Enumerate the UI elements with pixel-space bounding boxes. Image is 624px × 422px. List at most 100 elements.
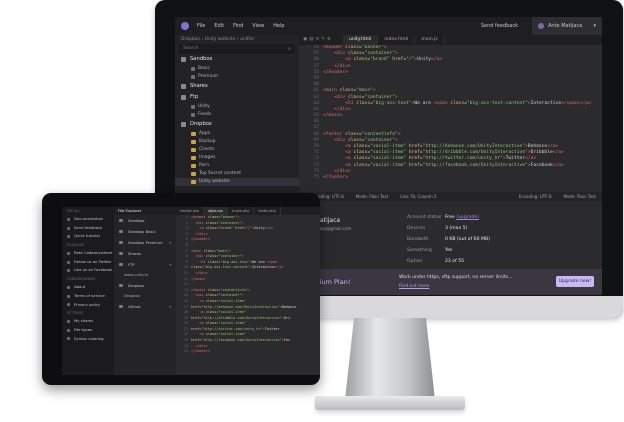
tablet-file-explorer: File Explorer Sandbox Sandbox Basic Sand… bbox=[114, 207, 176, 375]
line-text: href="http://behance.com/UnityInteractiv… bbox=[191, 304, 297, 309]
file-item-dropbox-account[interactable]: Dropbox bbox=[114, 291, 176, 301]
group-label: Dropbox bbox=[190, 121, 212, 127]
editor-toolbar-icons[interactable]: ▣▤⟲✎⚙ bbox=[299, 35, 343, 45]
line-text: <h1 class="big-ass-text">We are <span cl… bbox=[345, 100, 592, 106]
sidebar-item-apps[interactable]: Apps bbox=[175, 130, 299, 138]
file-item-sandbox-basic[interactable]: Sandbox Basic bbox=[114, 226, 176, 237]
status-bar: Encoding: UTF-8 Mode: Plain Text Line 78… bbox=[299, 192, 602, 201]
code-editor[interactable]: 54 <header class="banner"> 55 <div class="… bbox=[299, 45, 602, 209]
line-text: </footer> bbox=[323, 174, 348, 180]
file-item-unity-hr[interactable]: www.unity.hr bbox=[114, 270, 176, 280]
file-item-dropbox[interactable]: Dropbox bbox=[114, 280, 176, 291]
file-item-sandbox[interactable]: Sandbox bbox=[114, 215, 176, 226]
user-menu[interactable]: Ante Matijaca ▾ bbox=[532, 17, 602, 35]
row-key: Something bbox=[407, 248, 432, 253]
tab-index-html[interactable]: index.html bbox=[378, 35, 416, 45]
line-text: </div> bbox=[195, 270, 208, 275]
nav-item-documentation[interactable]: Documentation bbox=[62, 215, 114, 224]
sidebar-item-clients[interactable]: Clients bbox=[175, 146, 299, 154]
play-icon bbox=[67, 235, 70, 239]
file-item-github[interactable]: Github + bbox=[114, 301, 176, 312]
premium-banner: Premium Plan! Work under https, sftp sup… bbox=[299, 269, 602, 295]
account-row: Bandwith 0 KB (out of 60 MB) bbox=[407, 237, 490, 248]
sidebar-item-unity-website[interactable]: Unity website bbox=[175, 178, 299, 186]
plus-icon[interactable]: + bbox=[169, 259, 172, 270]
upgrade-now-button[interactable]: Upgrade now! bbox=[556, 276, 594, 287]
file-item-shares[interactable]: Shares bbox=[114, 248, 176, 259]
menu-edit[interactable]: Edit bbox=[214, 23, 224, 29]
sidebar-item-premium[interactable]: Premium bbox=[175, 73, 299, 81]
sidebar-item-feeds[interactable]: Feeds bbox=[175, 111, 299, 119]
tab-unity-html[interactable]: unity.html bbox=[343, 35, 379, 45]
plus-icon[interactable]: + bbox=[169, 301, 172, 312]
file-label: Sandbox Premium bbox=[128, 240, 163, 245]
nav-label: About bbox=[74, 284, 86, 290]
sidebar-item-porn[interactable]: Porn bbox=[175, 162, 299, 170]
line-text: <footer class="contentinfo"> bbox=[191, 287, 251, 292]
line-text: </footer> bbox=[191, 349, 210, 354]
nav-item-my-shares[interactable]: My shares bbox=[62, 317, 114, 326]
line-text: </div> bbox=[195, 231, 208, 236]
menu-view[interactable]: View bbox=[252, 23, 264, 29]
sidebar-group-dropbox[interactable]: Dropbox bbox=[175, 119, 299, 130]
server-icon bbox=[119, 230, 123, 233]
file-label: Github bbox=[128, 304, 141, 309]
upgrade-link[interactable]: (upgrade) bbox=[456, 215, 479, 220]
sidebar-item-unity[interactable]: Unity bbox=[175, 103, 299, 111]
menu-bar: File Edit Find View Help Send feedback A… bbox=[175, 17, 602, 35]
sidebar-group-sandbox[interactable]: Sandbox bbox=[175, 54, 299, 65]
tab-main-js[interactable]: main.js bbox=[415, 35, 445, 45]
nav-item-twitter[interactable]: Follow us on Twitter bbox=[62, 258, 114, 267]
nav-item-rate[interactable]: Rate Codeanywhere bbox=[62, 249, 114, 258]
sidebar-group-shares[interactable]: Shares bbox=[175, 81, 299, 92]
nav-item-file-types[interactable]: File types bbox=[62, 326, 114, 335]
nav-label: Syntax coloring bbox=[74, 335, 104, 341]
folder-icon bbox=[191, 140, 196, 144]
tablet-code-editor[interactable]: 1 <header class="banner"> 2 <div class="co… bbox=[176, 215, 320, 375]
nav-item-send-feedback[interactable]: Send feedback bbox=[62, 224, 114, 233]
chevron-down-icon: ▾ bbox=[593, 23, 596, 29]
sidebar-item-backup[interactable]: Backup bbox=[175, 138, 299, 146]
menu-file[interactable]: File bbox=[197, 23, 205, 29]
nav-section-title: SOCIALIZE bbox=[67, 243, 85, 248]
file-item-ftp[interactable]: FTP + bbox=[114, 259, 176, 270]
line-text: <a class="social-item" bbox=[199, 332, 246, 337]
status-encoding-right: Encoding: UTF-8 bbox=[518, 194, 552, 199]
sidebar-group-ftp[interactable]: Ftp bbox=[175, 92, 299, 103]
nav-item-privacy[interactable]: Privacy policy bbox=[62, 301, 114, 310]
code-line[interactable]: 75 </footer> bbox=[299, 175, 602, 181]
line-text: <header class="banner"> bbox=[191, 215, 240, 219]
nav-item-about[interactable]: About bbox=[62, 283, 114, 292]
item-label: Premium bbox=[198, 74, 219, 79]
file-label: Shares bbox=[128, 251, 141, 256]
tab-single-php[interactable]: single.php bbox=[228, 207, 255, 215]
share-icon bbox=[67, 320, 70, 324]
nav-label: Follow us on Twitter bbox=[74, 258, 112, 264]
folder-icon bbox=[191, 132, 196, 136]
breadcrumb[interactable]: Dropbox › Unity website › unifier bbox=[175, 35, 299, 44]
sidebar-item-images[interactable]: Images bbox=[175, 154, 299, 162]
line-text: <div class="container"> bbox=[195, 293, 244, 298]
nav-item-terms[interactable]: Terms of service bbox=[62, 292, 114, 301]
plus-icon[interactable]: + bbox=[169, 237, 172, 248]
sidebar-item-basic[interactable]: Basic bbox=[175, 65, 299, 73]
editor-tabs: ▣▤⟲✎⚙ unity.html index.html main.js bbox=[299, 35, 602, 45]
menu-find[interactable]: Find bbox=[233, 23, 243, 29]
cloud-icon bbox=[181, 57, 186, 62]
status-cursor: Line 78, Column 5 bbox=[400, 194, 437, 199]
find-out-more-link[interactable]: Find out more bbox=[399, 284, 429, 289]
nav-item-syntax-coloring[interactable]: Syntax coloring bbox=[62, 335, 114, 344]
nav-item-quick-tutorial[interactable]: Quick tutorial bbox=[62, 232, 114, 241]
sidebar-item-top-secret[interactable]: Top Secret content bbox=[175, 170, 299, 178]
search-input[interactable]: Search ⌕ bbox=[179, 44, 295, 54]
line-text: <header class="banner"> bbox=[323, 45, 387, 50]
tablet-nav: SEE ALL Documentation Send feedback Quic… bbox=[62, 207, 114, 375]
tab-style-css[interactable]: style.css bbox=[204, 207, 228, 215]
send-feedback-button[interactable]: Send feedback bbox=[481, 23, 518, 29]
menu-help[interactable]: Help bbox=[273, 23, 284, 29]
tab-header-php[interactable]: header.php bbox=[176, 207, 205, 215]
nav-item-facebook[interactable]: Like us on Facebook bbox=[62, 266, 114, 275]
tab-footer-php[interactable]: footer.php bbox=[254, 207, 281, 215]
file-item-sandbox-premium[interactable]: Sandbox Premium + bbox=[114, 237, 176, 248]
code-line[interactable]: 25 </footer> bbox=[176, 349, 320, 355]
